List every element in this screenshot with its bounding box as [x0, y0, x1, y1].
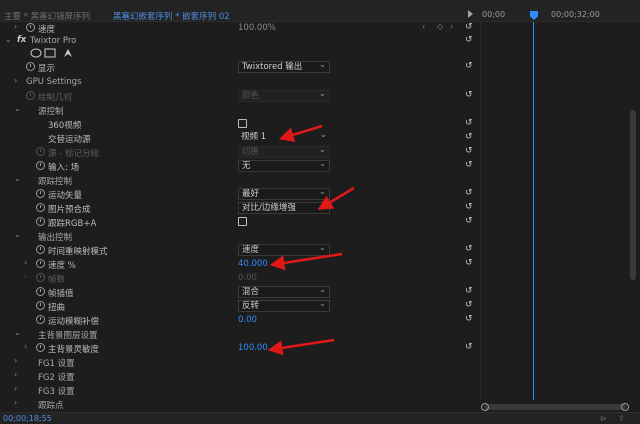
vertical-scrollbar[interactable]: [630, 110, 636, 280]
filter-icon[interactable]: ⊳: [600, 414, 607, 423]
effect-controls-panel: › 速度 100.00% ‹ ◇ › ↺ ⌄ fx Twixtor Pro ↺ …: [0, 22, 480, 412]
timeline-start-timecode: 00;00: [482, 10, 506, 19]
annotation-arrow: [278, 124, 323, 142]
panel-footer: 00;00;18;55 ⊳ ⇪: [0, 412, 640, 424]
export-icon[interactable]: ⇪: [618, 414, 625, 423]
panel-header: 主要 * 黑塞幻镜屏序列 黑塞幻嵌套序列 * 嵌套序列 02 00;00 00;…: [0, 0, 640, 22]
playhead-line[interactable]: [533, 22, 534, 400]
timeline-panel[interactable]: [480, 22, 630, 400]
source-tab[interactable]: 主要 * 黑塞幻镜屏序列: [4, 10, 90, 22]
sequence-tab[interactable]: 黑塞幻嵌套序列 * 嵌套序列 02: [113, 10, 230, 22]
timeline-end-timecode: 00;00;32;00: [551, 10, 600, 19]
annotation-arrow: [317, 186, 355, 210]
playhead-marker-icon[interactable]: [530, 11, 538, 20]
timeline-zoom-scrollbar[interactable]: [481, 403, 629, 411]
play-triangle-icon[interactable]: [468, 10, 473, 18]
annotation-arrow: [267, 338, 335, 356]
current-timecode[interactable]: 00;00;18;55: [3, 414, 52, 423]
annotation-arrow: [269, 252, 343, 271]
annotation-arrows: [267, 124, 355, 356]
